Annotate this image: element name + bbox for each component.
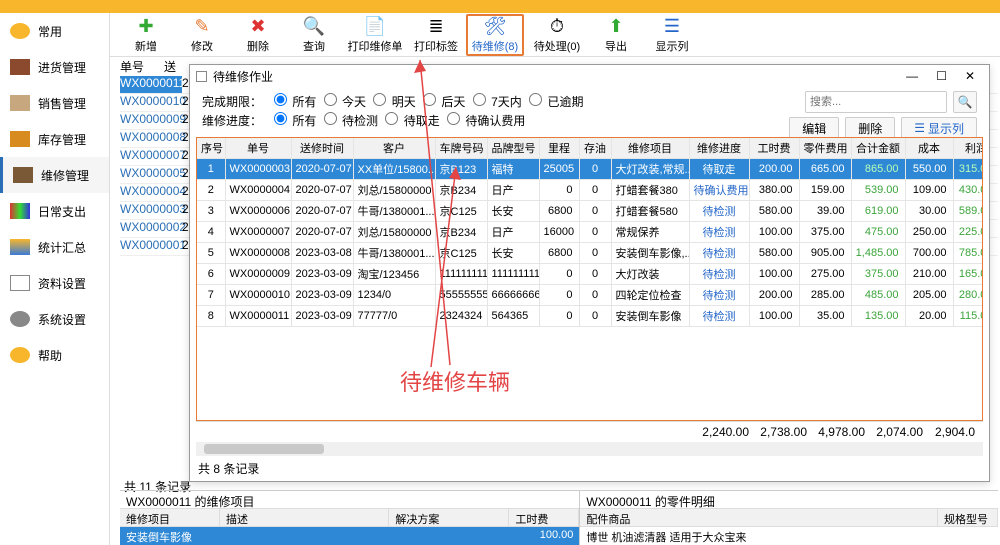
col-4[interactable]: 车牌号码 — [435, 138, 487, 159]
sidebar-item-stats[interactable]: 统计汇总 — [0, 229, 109, 265]
part-row[interactable]: 博世 机油滤清器 适用于大众宝来 — [580, 527, 998, 545]
radio-opts1-1[interactable]: 今天 — [320, 95, 366, 109]
sidebar-item-data[interactable]: 资料设置 — [0, 265, 109, 301]
add-button[interactable]: ✚新增 — [120, 14, 172, 56]
table-row[interactable]: 1WX00000032020-07-07XX单位/15800... 京B123福… — [197, 159, 983, 180]
col-0[interactable]: 序号 — [197, 138, 225, 159]
radio-opts2-2[interactable]: 待取走 — [381, 114, 439, 128]
col-12[interactable]: 合计金额 — [851, 138, 905, 159]
horizontal-scrollbar[interactable] — [196, 442, 983, 456]
table-row[interactable]: 4WX00000072020-07-07刘总/15800000 京B234日产1… — [197, 222, 983, 243]
repair-item-row[interactable]: 安装倒车影像 100.00 — [120, 527, 579, 545]
sidebar-item-expense[interactable]: 日常支出 — [0, 193, 109, 229]
search-input[interactable] — [805, 91, 947, 113]
delete-record-button[interactable]: 删除 — [845, 117, 895, 139]
col-7[interactable]: 存油 — [579, 138, 611, 159]
sidebar-item-sales[interactable]: 销售管理 — [0, 85, 109, 121]
totals-row: 2,240.00 2,738.00 4,978.00 2,074.00 2,90… — [196, 421, 983, 441]
pending-repair-table[interactable]: 序号单号送修时间客户车牌号码品牌型号里程存油维修项目维修进度工时费零件费用合计金… — [197, 138, 983, 327]
print-label-button[interactable]: ≣打印标签 — [410, 14, 462, 56]
close-icon[interactable]: ✕ — [961, 69, 979, 83]
sidebar-item-stock[interactable]: 库存管理 — [0, 121, 109, 157]
edit-button[interactable]: ✎修改 — [176, 14, 228, 56]
parts-detail-title: WX0000011 的零件明细 — [580, 491, 998, 509]
sidebar-item-help[interactable]: 帮助 — [0, 337, 109, 373]
col-8[interactable]: 维修项目 — [611, 138, 689, 159]
radio-opts1-3[interactable]: 后天 — [419, 95, 465, 109]
modal-record-count: 共 8 条记录 — [190, 456, 989, 481]
table-row[interactable]: 7WX00000102023-03-091234/0 5555555556666… — [197, 285, 983, 306]
pending-process-button[interactable]: ⏱待处理(0) — [528, 14, 586, 56]
table-row[interactable]: 6WX00000092023-03-09淘宝/123456 1111111111… — [197, 264, 983, 285]
dialog-titlebar: 待维修作业 — ☐ ✕ — [190, 65, 989, 87]
export-button[interactable]: ⬆导出 — [590, 14, 642, 56]
repair-items-title: WX0000011 的维修项目 — [120, 491, 579, 509]
sidebar: 常用 进货管理 销售管理 库存管理 维修管理 日常支出 统计汇总 资料设置 系统… — [0, 13, 110, 545]
sidebar-item-repair[interactable]: 维修管理 — [0, 157, 109, 193]
radio-opts1-2[interactable]: 明天 — [369, 95, 415, 109]
sidebar-item-system[interactable]: 系统设置 — [0, 301, 109, 337]
col-3[interactable]: 客户 — [353, 138, 435, 159]
show-cols-modal-button[interactable]: ☰显示列 — [901, 117, 977, 139]
radio-opts1-0[interactable]: 所有 — [270, 95, 316, 109]
table-row[interactable]: 3WX00000062020-07-07牛哥/1380001... 京C125长… — [197, 201, 983, 222]
search-icon[interactable]: 🔍 — [953, 91, 977, 113]
dialog-title: 待维修作业 — [213, 68, 273, 85]
col-10[interactable]: 工时费 — [749, 138, 799, 159]
col-1[interactable]: 单号 — [225, 138, 291, 159]
sidebar-item-purchase[interactable]: 进货管理 — [0, 49, 109, 85]
radio-opts1-4[interactable]: 7天内 — [469, 95, 522, 109]
minimize-icon[interactable]: — — [902, 69, 922, 83]
radio-opts2-0[interactable]: 所有 — [270, 114, 316, 128]
edit-record-button[interactable]: 编辑 — [789, 117, 839, 139]
col-14[interactable]: 利润 — [953, 138, 983, 159]
pending-repair-dialog: 待维修作业 — ☐ ✕ 完成期限： 所有 今天 明天 后天 7天内 已逾期 维修… — [189, 64, 990, 482]
main-toolbar: ✚新增 ✎修改 ✖删除 🔍查询 📄打印维修单 ≣打印标签 🛠待维修(8) ⏱待处… — [0, 13, 1000, 57]
col-5[interactable]: 品牌型号 — [487, 138, 539, 159]
pending-repair-button[interactable]: 🛠待维修(8) — [466, 14, 524, 56]
col-11[interactable]: 零件费用 — [799, 138, 851, 159]
radio-opts2-1[interactable]: 待检测 — [320, 114, 378, 128]
table-row[interactable]: 2WX00000042020-07-07刘总/15800000 京B234日产0… — [197, 180, 983, 201]
table-row[interactable]: 5WX00000082023-03-08牛哥/1380001... 京C125长… — [197, 243, 983, 264]
col-6[interactable]: 里程 — [539, 138, 579, 159]
col-2[interactable]: 送修时间 — [291, 138, 353, 159]
print-sheet-button[interactable]: 📄打印维修单 — [344, 14, 406, 56]
bg-header-row: 单号送 — [120, 57, 176, 75]
col-9[interactable]: 维修进度 — [689, 138, 749, 159]
query-button[interactable]: 🔍查询 — [288, 14, 340, 56]
radio-opts1-5[interactable]: 已逾期 — [525, 95, 583, 109]
maximize-icon[interactable]: ☐ — [932, 69, 951, 83]
detail-panel: WX0000011 的维修项目 维修项目描述解决方案工时费 安装倒车影像 100… — [120, 490, 998, 545]
delete-button[interactable]: ✖删除 — [232, 14, 284, 56]
sidebar-item-common[interactable]: 常用 — [0, 13, 109, 49]
show-cols-button[interactable]: ☰显示列 — [646, 14, 698, 56]
col-13[interactable]: 成本 — [905, 138, 953, 159]
table-row[interactable]: 8WX00000112023-03-0977777/0 232432456436… — [197, 306, 983, 327]
dialog-icon — [196, 71, 207, 82]
radio-opts2-3[interactable]: 待确认费用 — [443, 114, 525, 128]
